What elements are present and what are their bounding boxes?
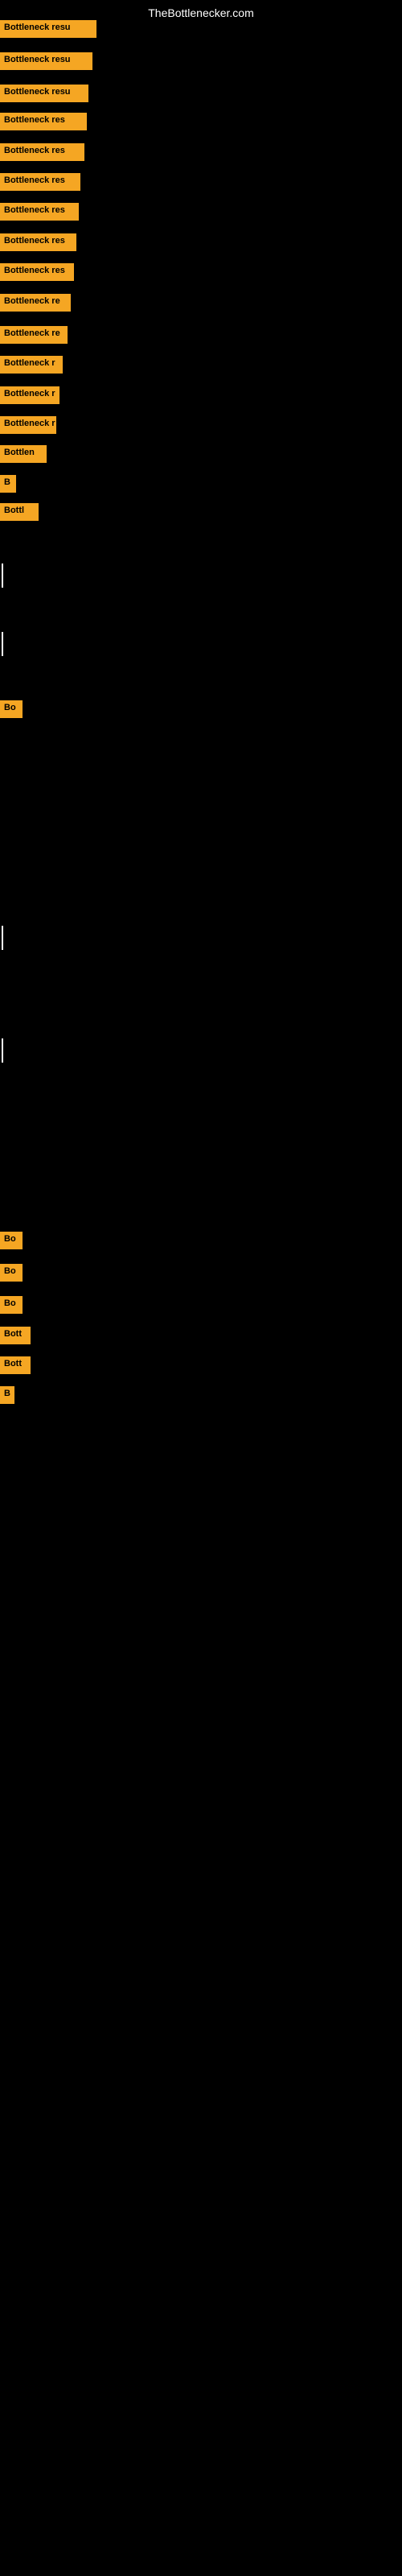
bottleneck-item: Bottleneck resu (0, 20, 96, 38)
vertical-line (2, 926, 3, 950)
vertical-line (2, 1038, 3, 1063)
bottleneck-item: Bottleneck res (0, 113, 87, 130)
bottleneck-item: Bott (0, 1356, 31, 1374)
bottleneck-item: Bo (0, 700, 23, 718)
bottleneck-item: Bottleneck res (0, 233, 76, 251)
bottleneck-item: Bottleneck res (0, 263, 74, 281)
bottleneck-item: Bottleneck r (0, 386, 59, 404)
bottleneck-item: Bottlen (0, 445, 47, 463)
bottleneck-item: Bottleneck re (0, 326, 68, 344)
bottleneck-item: Bottleneck r (0, 356, 63, 374)
site-title: TheBottlenecker.com (148, 6, 254, 19)
vertical-line (2, 632, 3, 656)
bottleneck-item: B (0, 475, 16, 493)
bottleneck-item: Bott (0, 1327, 31, 1344)
bottleneck-item: Bottleneck res (0, 143, 84, 161)
bottleneck-item: Bottleneck re (0, 294, 71, 312)
bottleneck-item: Bottleneck r (0, 416, 56, 434)
bottleneck-item: Bo (0, 1264, 23, 1282)
bottleneck-item: Bottleneck res (0, 173, 80, 191)
bottleneck-item: Bottl (0, 503, 39, 521)
bottleneck-item: Bo (0, 1296, 23, 1314)
bottleneck-item: Bottleneck res (0, 203, 79, 221)
bottleneck-item: Bottleneck resu (0, 85, 88, 102)
vertical-line (2, 564, 3, 588)
bottleneck-item: B (0, 1386, 14, 1404)
bottleneck-item: Bottleneck resu (0, 52, 92, 70)
bottleneck-item: Bo (0, 1232, 23, 1249)
